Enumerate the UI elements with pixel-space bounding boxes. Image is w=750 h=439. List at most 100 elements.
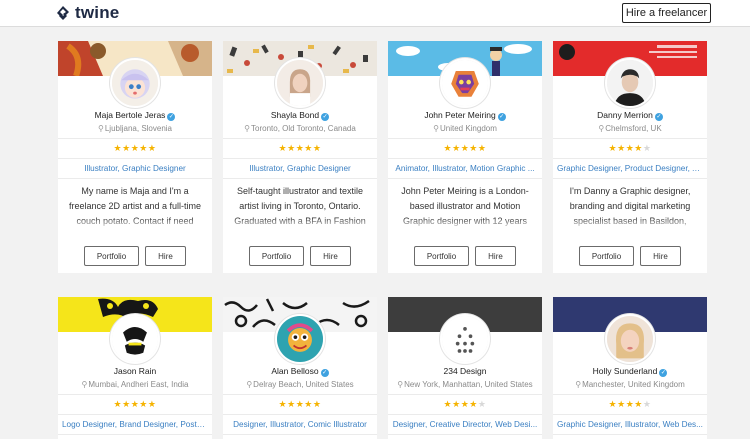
top-navbar: twine Hire a freelancer [0, 0, 750, 27]
hire-button[interactable]: Hire [145, 246, 186, 266]
map-pin-icon: ⚲ [97, 124, 104, 133]
map-pin-icon: ⚲ [598, 124, 605, 133]
portfolio-button[interactable]: Portfolio [249, 246, 304, 266]
star-icon: ★ [469, 143, 478, 153]
freelancer-bio: Self-taught illustrator and textile arti… [233, 184, 367, 230]
skills-list[interactable]: Graphic Designer, Illustrator, Web Des..… [557, 419, 703, 430]
freelancer-card[interactable]: John Peter Meiring ✓ ⚲United Kingdom ★★★★… [388, 41, 542, 273]
avatar[interactable] [605, 58, 655, 108]
star-icon: ★ [617, 143, 626, 153]
freelancer-name[interactable]: Holly Sunderland ✓ [553, 366, 707, 377]
skills-list[interactable]: Animator, Illustrator, Motion Graphic ..… [392, 163, 538, 174]
star-icon: ★ [460, 143, 470, 153]
freelancer-card[interactable]: Jason Rain ⚲Mumbai, Andheri East, India … [58, 297, 212, 439]
map-pin-icon: ⚲ [575, 380, 582, 389]
avatar[interactable] [440, 58, 490, 108]
freelancer-card[interactable]: Alan Belloso ✓ ⚲Delray Beach, United Stat… [223, 297, 377, 439]
star-icon: ★ [295, 399, 305, 409]
map-pin-icon: ⚲ [246, 380, 253, 389]
star-icon: ★ [139, 399, 148, 409]
skills-list[interactable]: Designer, Illustrator, Comic Illustrator [227, 419, 373, 430]
star-icon: ★ [642, 143, 652, 153]
freelancer-location: ⚲Chelmsford, UK [598, 124, 662, 133]
star-icon: ★ [642, 399, 652, 409]
avatar[interactable] [110, 58, 160, 108]
freelancer-bio: My name is Maja and I'm a freelance 2D a… [68, 184, 202, 230]
freelancer-location: ⚲United Kingdom [433, 124, 497, 133]
freelancer-name[interactable]: Alan Belloso ✓ [223, 366, 377, 377]
portfolio-button[interactable]: Portfolio [414, 246, 469, 266]
skills-list[interactable]: Designer, Creative Director, Web Desi... [392, 419, 538, 430]
skills-list[interactable]: Logo Designer, Brand Designer, Poster... [62, 419, 208, 430]
divider [388, 158, 542, 159]
map-pin-icon: ⚲ [397, 380, 404, 389]
star-icon: ★ [122, 399, 131, 409]
freelancer-name[interactable]: John Peter Meiring ✓ [388, 110, 542, 121]
freelancer-card[interactable]: Maja Bertole Jeras ✓ ⚲Ljubljana, Slovenia… [58, 41, 212, 273]
star-icon: ★ [147, 143, 157, 153]
portfolio-button[interactable]: Portfolio [84, 246, 139, 266]
skills-list[interactable]: Graphic Designer, Product Designer, A... [557, 163, 703, 174]
hire-button[interactable]: Hire [310, 246, 351, 266]
star-icon: ★ [139, 143, 148, 153]
hire-button[interactable]: Hire [475, 246, 516, 266]
star-icon: ★ [295, 143, 305, 153]
star-rating: ★★★★★ [553, 143, 707, 154]
star-icon: ★ [634, 143, 643, 153]
avatar[interactable] [110, 314, 160, 364]
avatar[interactable] [440, 314, 490, 364]
divider [58, 394, 212, 395]
divider [223, 414, 377, 415]
star-icon: ★ [634, 399, 643, 409]
avatar[interactable] [275, 314, 325, 364]
divider [388, 394, 542, 395]
freelancer-location: ⚲Mumbai, Andheri East, India [81, 380, 189, 389]
star-rating: ★★★★★ [553, 399, 707, 410]
freelancer-card[interactable]: Shayla Bond ✓ ⚲Toronto, Old Toronto, Cana… [223, 41, 377, 273]
divider [58, 434, 212, 435]
star-rating: ★★★★★ [58, 399, 212, 410]
freelancer-card[interactable]: 234 Design ⚲New York, Manhattan, United … [388, 297, 542, 439]
freelancer-card[interactable]: Danny Merrion ✓ ⚲Chelmsford, UK ★★★★★ Gra… [553, 41, 707, 273]
freelancer-location: ⚲Toronto, Old Toronto, Canada [244, 124, 356, 133]
divider [553, 434, 707, 435]
divider [553, 178, 707, 179]
divider [58, 414, 212, 415]
twine-logo-icon [57, 6, 69, 20]
freelancer-name[interactable]: Jason Rain [58, 366, 212, 377]
star-icon: ★ [312, 399, 322, 409]
divider [388, 138, 542, 139]
star-icon: ★ [469, 399, 478, 409]
divider [553, 394, 707, 395]
hire-button[interactable]: Hire [640, 246, 681, 266]
verified-badge-icon: ✓ [659, 369, 668, 377]
freelancer-name[interactable]: Danny Merrion ✓ [553, 110, 707, 121]
avatar[interactable] [275, 58, 325, 108]
divider [388, 178, 542, 179]
star-rating: ★★★★★ [388, 399, 542, 410]
divider [58, 178, 212, 179]
divider [223, 178, 377, 179]
star-icon: ★ [113, 399, 123, 409]
star-rating: ★★★★★ [388, 143, 542, 154]
star-icon: ★ [147, 399, 157, 409]
freelancer-name[interactable]: 234 Design [388, 366, 542, 377]
star-icon: ★ [304, 143, 313, 153]
hire-freelancer-button[interactable]: Hire a freelancer [622, 3, 711, 23]
divider [553, 158, 707, 159]
star-icon: ★ [625, 399, 635, 409]
logo-text: twine [75, 3, 120, 22]
skills-list[interactable]: Illustrator, Graphic Designer [227, 163, 373, 174]
skills-list[interactable]: Illustrator, Graphic Designer [62, 163, 208, 174]
star-icon: ★ [608, 143, 618, 153]
freelancer-name[interactable]: Shayla Bond ✓ [223, 110, 377, 121]
freelancer-name[interactable]: Maja Bertole Jeras ✓ [58, 110, 212, 121]
freelancer-location: ⚲Manchester, United Kingdom [575, 380, 685, 389]
freelancer-card[interactable]: Holly Sunderland ✓ ⚲Manchester, United Ki… [553, 297, 707, 439]
portfolio-button[interactable]: Portfolio [579, 246, 634, 266]
avatar[interactable] [605, 314, 655, 364]
divider [553, 414, 707, 415]
verified-badge-icon: ✓ [320, 369, 329, 377]
twine-logo[interactable]: twine [55, 2, 119, 24]
star-icon: ★ [278, 399, 288, 409]
